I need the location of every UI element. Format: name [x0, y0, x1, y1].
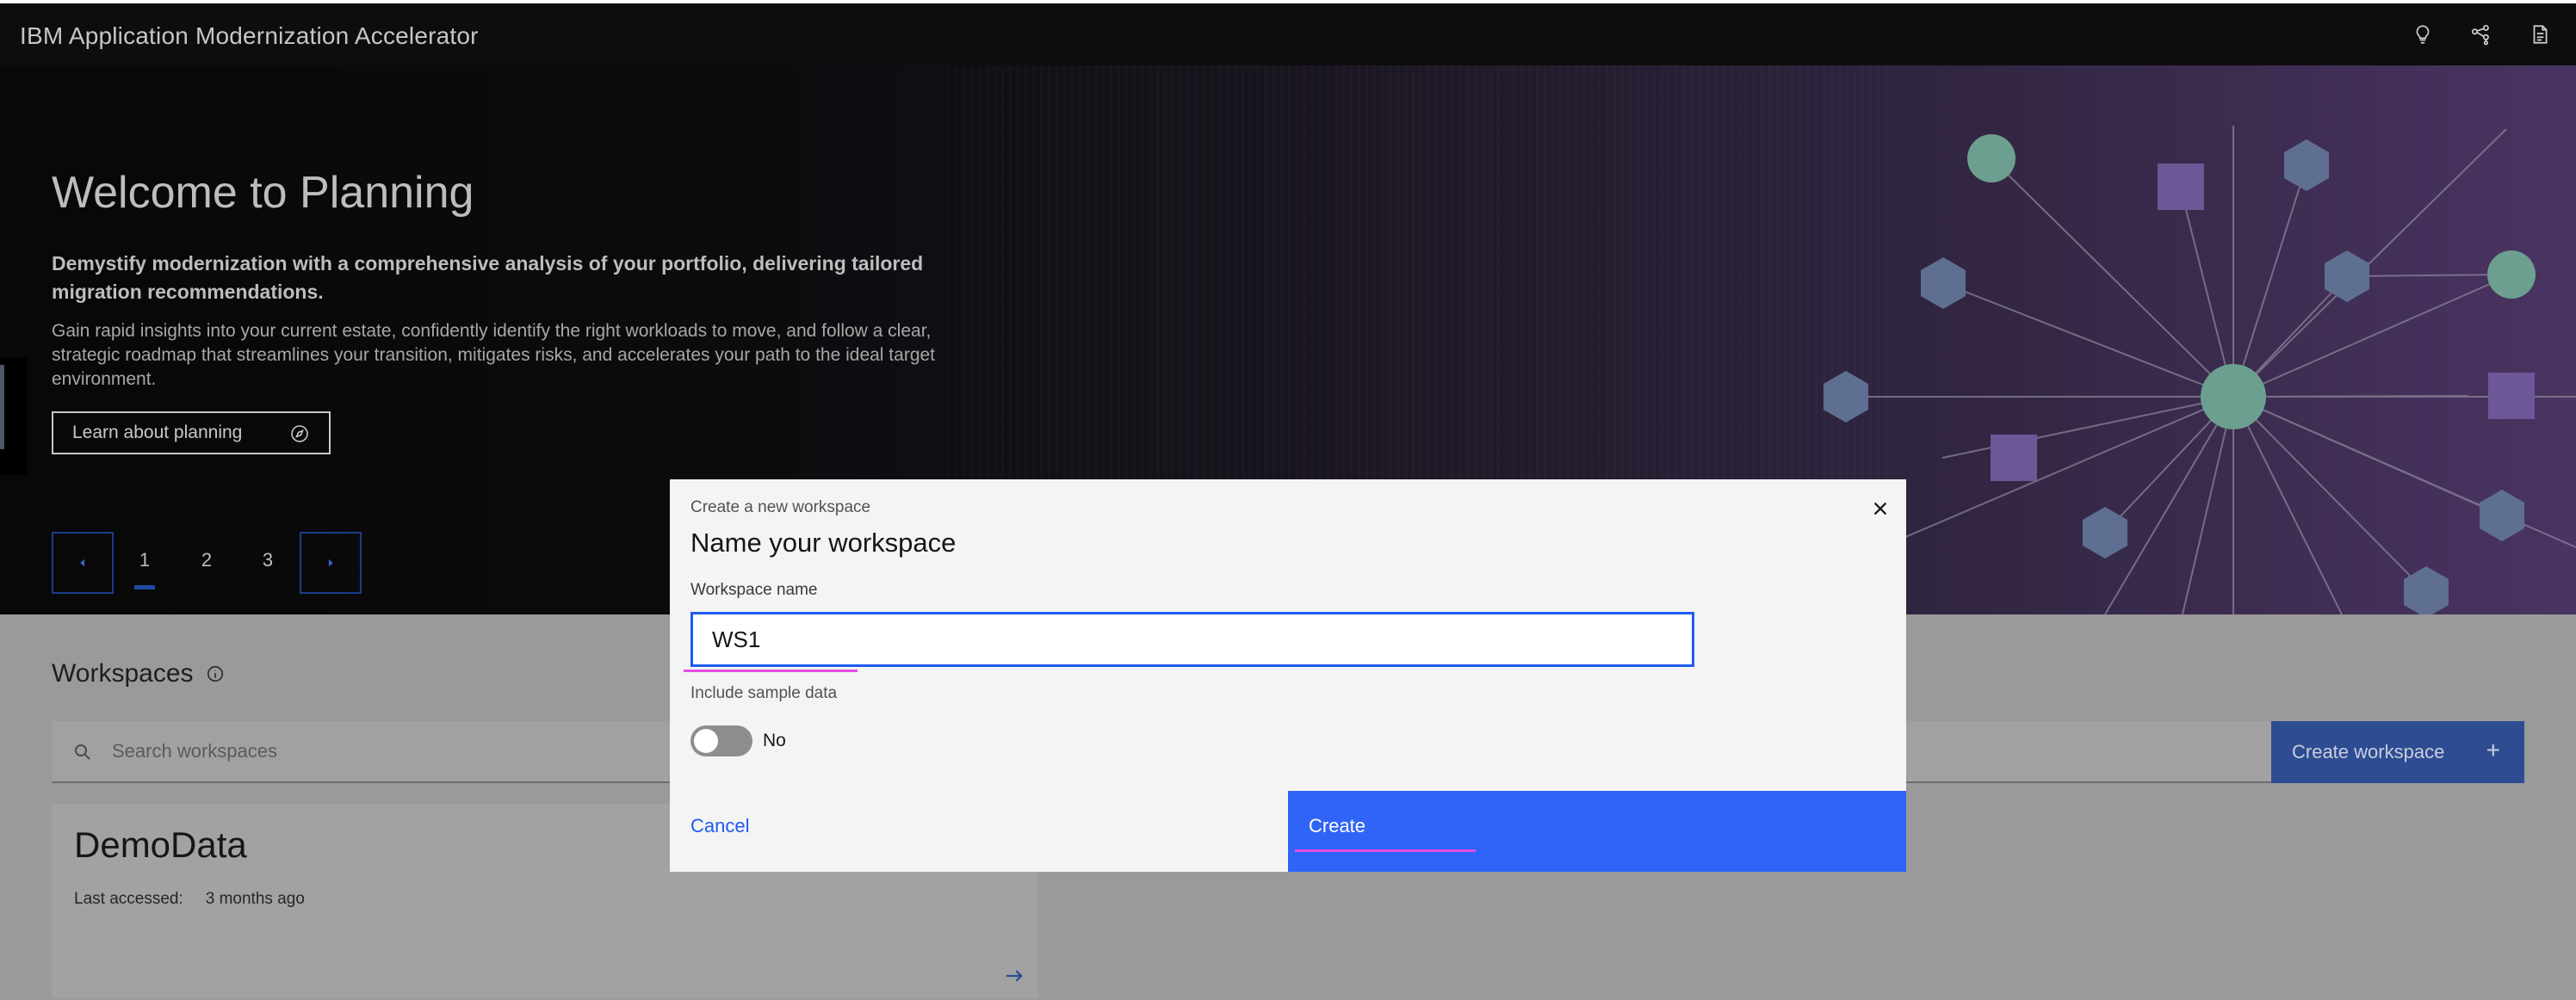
- cancel-label: Cancel: [690, 815, 750, 836]
- workspaces-heading: Workspaces: [52, 659, 225, 688]
- search-placeholder: Search workspaces: [112, 740, 277, 762]
- close-modal-button[interactable]: [1867, 495, 1894, 522]
- create-workspace-modal: Create a new workspace Name your workspa…: [670, 479, 1906, 872]
- highlight-underline: [684, 670, 858, 672]
- modal-heading: Name your workspace: [690, 528, 957, 558]
- page-3[interactable]: 3: [251, 549, 285, 571]
- last-accessed-value: 3 months ago: [205, 890, 305, 908]
- page-1[interactable]: 1: [127, 549, 162, 590]
- app-title: IBM Application Modernization Accelerato…: [20, 22, 479, 49]
- next-slide-button[interactable]: [300, 532, 362, 594]
- last-accessed-label: Last accessed:: [74, 890, 183, 908]
- create-workspace-button[interactable]: Create workspace +: [2271, 721, 2524, 783]
- side-panel-handle[interactable]: [0, 358, 28, 475]
- highlight-underline: [1295, 849, 1476, 852]
- sample-data-toggle[interactable]: [690, 725, 752, 756]
- create-workspace-label: Create workspace: [2292, 741, 2445, 762]
- arrow-right-icon[interactable]: [1002, 964, 1026, 988]
- learn-about-planning-button[interactable]: Learn about planning: [52, 411, 331, 454]
- hero-title: Welcome to Planning: [52, 168, 474, 218]
- close-icon: [1873, 502, 1887, 515]
- create-button[interactable]: Create: [1288, 791, 1906, 872]
- lightbulb-icon[interactable]: [2409, 21, 2437, 48]
- document-icon[interactable]: [2526, 21, 2554, 48]
- plus-icon: +: [2486, 737, 2500, 763]
- workspace-name-label: Workspace name: [690, 581, 818, 599]
- page-2[interactable]: 2: [189, 549, 224, 571]
- workspaces-title: Workspaces: [52, 659, 194, 688]
- network-illustration: [1791, 126, 2576, 614]
- compass-icon: [291, 425, 308, 442]
- create-label: Create: [1309, 815, 1366, 836]
- info-icon[interactable]: [206, 664, 225, 683]
- include-sample-data-label: Include sample data: [690, 684, 838, 702]
- toggle-state-text: No: [763, 731, 786, 750]
- share-nodes-icon[interactable]: [2468, 21, 2495, 48]
- cancel-button[interactable]: Cancel: [670, 791, 1288, 872]
- last-accessed: Last accessed: 3 months ago: [74, 890, 305, 909]
- workspace-name-input[interactable]: [690, 612, 1694, 667]
- chevron-right-icon: [328, 559, 333, 567]
- workspace-name: DemoData: [74, 824, 247, 865]
- top-header: IBM Application Modernization Accelerato…: [0, 0, 2576, 65]
- search-icon: [75, 744, 90, 760]
- hero-description: Gain rapid insights into your current es…: [52, 321, 936, 389]
- header-actions: [2409, 21, 2554, 48]
- toggle-knob: [694, 729, 718, 753]
- chevron-left-icon: [80, 559, 85, 567]
- learn-button-label: Learn about planning: [72, 423, 243, 442]
- previous-slide-button[interactable]: [52, 532, 114, 594]
- hero-subtitle: Demystify modernization with a comprehen…: [52, 252, 924, 303]
- modal-label: Create a new workspace: [690, 498, 871, 516]
